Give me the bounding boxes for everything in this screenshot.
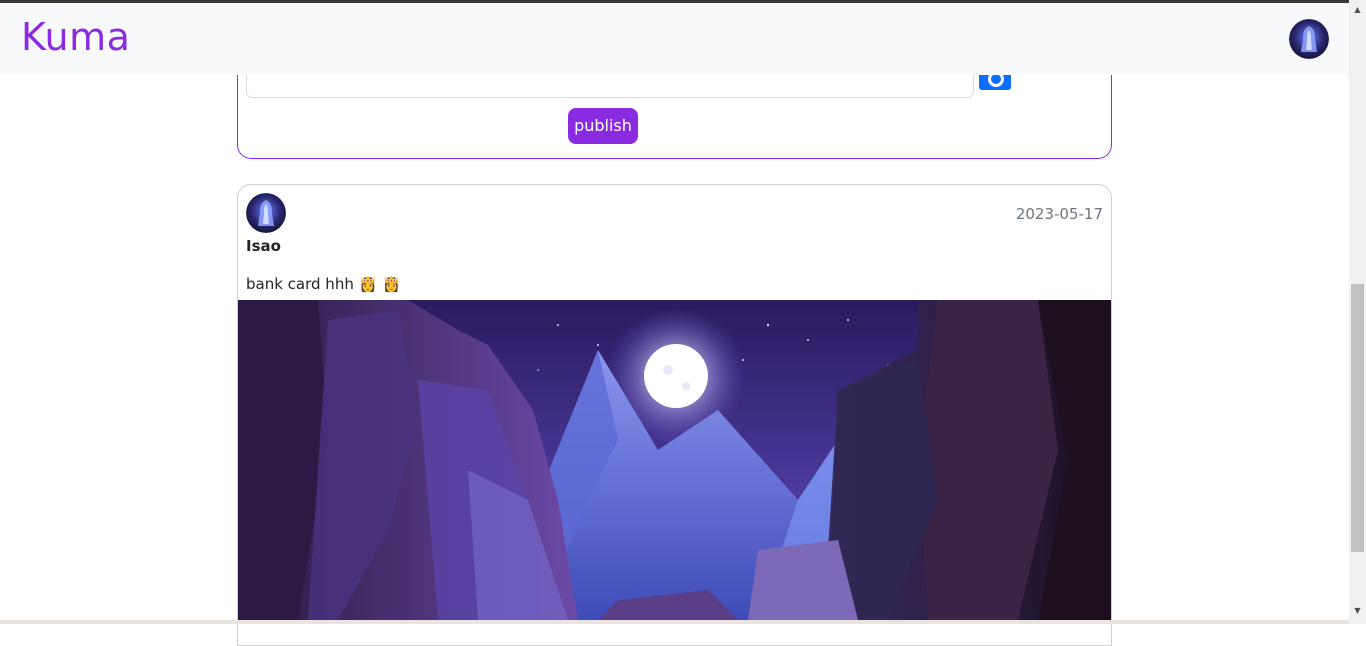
scroll-up-arrow-icon[interactable]: ▲ bbox=[1349, 3, 1366, 17]
bottom-edge bbox=[0, 620, 1349, 624]
ghost-avatar-icon bbox=[1289, 19, 1329, 59]
ghost-avatar-icon bbox=[246, 193, 286, 233]
scrollbar-thumb[interactable] bbox=[1351, 284, 1364, 552]
post-text: bank card hhh 👸 👸 bbox=[246, 275, 401, 293]
profile-avatar[interactable] bbox=[1289, 19, 1329, 59]
post-date: 2023-05-17 bbox=[1015, 205, 1103, 223]
post-card: 2023-05-17 Isao bank card hhh 👸 👸 bbox=[237, 184, 1112, 646]
night-canyon-moon-image[interactable] bbox=[238, 300, 1111, 620]
post-author-name[interactable]: Isao bbox=[246, 237, 281, 255]
brand-logo[interactable]: Kuma bbox=[21, 15, 130, 59]
publish-button[interactable]: publish bbox=[568, 108, 638, 144]
scroll-down-arrow-icon[interactable]: ▼ bbox=[1349, 604, 1366, 618]
author-avatar[interactable] bbox=[246, 193, 286, 233]
top-navbar: Kuma bbox=[0, 3, 1349, 75]
